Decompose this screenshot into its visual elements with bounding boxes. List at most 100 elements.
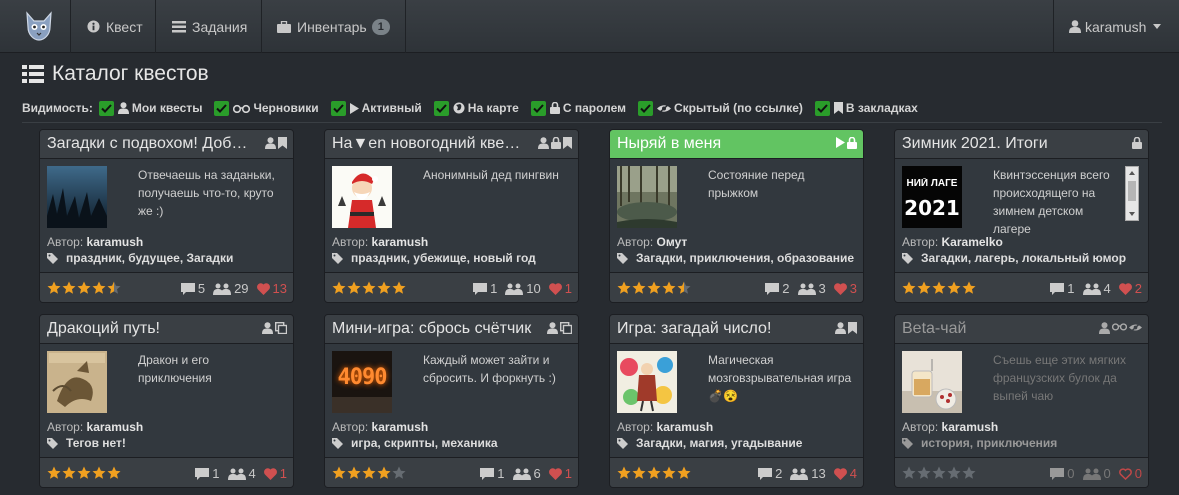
checkbox-active[interactable] [330, 100, 346, 116]
quest-author: Автор: karamush [47, 420, 143, 434]
comment-icon [480, 467, 495, 480]
user-menu[interactable]: karamush [1053, 0, 1179, 53]
nav-quest[interactable]: Квест [70, 0, 156, 53]
thumb-caption-year: 2021 [904, 196, 960, 220]
users-icon [1082, 468, 1101, 480]
quest-card[interactable]: Загадки с подвохом! Доб… Отвечаешь на за… [39, 129, 294, 303]
nav-inventory[interactable]: Инвентарь 1 [262, 0, 406, 53]
rating-stars [332, 466, 407, 480]
users-icon [1082, 283, 1101, 295]
page-title: Каталог квестов [22, 62, 209, 86]
rating-stars [617, 281, 692, 295]
star-icon [917, 281, 931, 294]
author-name[interactable]: Karamelko [942, 235, 1003, 249]
star-icon [362, 466, 376, 479]
comments-count: 1 [497, 466, 505, 481]
checkbox-drafts[interactable] [214, 100, 230, 116]
author-name[interactable]: karamush [657, 420, 714, 434]
quest-card[interactable]: Игра: загадай число! Магическая мозговзр… [609, 314, 864, 488]
quest-card[interactable]: Дракоций путь! Дракон и его приключения … [39, 314, 294, 488]
eye-slash-icon [657, 102, 671, 114]
quest-card[interactable]: Beta-чай Съешь еще этих мягких французск… [894, 314, 1149, 488]
quest-title[interactable]: Дракоций путь! [47, 320, 252, 338]
tags-text: праздник, убежище, новый год [351, 251, 536, 265]
likes-count: 1 [564, 281, 572, 296]
author-name[interactable]: karamush [372, 420, 429, 434]
star-icon [662, 466, 676, 479]
quest-card[interactable]: Зимник 2021. Итоги НИЙ ЛАГЕ 2021 Квинтэс… [894, 129, 1149, 303]
author-name[interactable]: karamush [942, 420, 999, 434]
rating-stars [47, 466, 122, 480]
tags-text: история, приключения [921, 436, 1058, 450]
tags-text: Загадки, лагерь, локальный юмор [921, 251, 1127, 265]
description-scrollbar[interactable] [1125, 166, 1139, 221]
card-header: Beta-чай [895, 315, 1148, 344]
nav-quest-label: Квест [106, 18, 143, 35]
author-label: Автор: [47, 235, 84, 249]
author-name[interactable]: karamush [372, 235, 429, 249]
star-icon [77, 281, 91, 294]
comments-stat: 1 [1050, 281, 1075, 296]
card-header: На▼en новогодний кве… [325, 130, 578, 159]
author-label: Автор: [332, 420, 369, 434]
quest-title[interactable]: Загадки с подвохом! Доб… [47, 135, 252, 153]
user-icon [547, 322, 558, 334]
checkbox-password[interactable] [530, 100, 546, 116]
comments-stat: 2 [765, 281, 790, 296]
site-logo[interactable] [22, 9, 56, 43]
author-name[interactable]: Омут [657, 235, 688, 249]
quest-title[interactable]: Игра: загадай число! [617, 320, 822, 338]
quest-description: Дракон и его приключения [138, 353, 212, 385]
likes-stat[interactable]: 1 [548, 466, 572, 481]
scroll-down-icon[interactable] [1126, 210, 1138, 218]
star-icon [947, 466, 961, 479]
likes-stat[interactable]: 2 [1118, 281, 1142, 296]
lock-icon [847, 137, 857, 149]
players-count: 29 [234, 281, 249, 296]
players-stat: 29 [213, 281, 249, 296]
likes-stat[interactable]: 1 [263, 466, 287, 481]
quest-card[interactable]: Ныряй в меня Состояние перед прыжком Авт… [609, 129, 864, 303]
quest-card[interactable]: Мини-игра: сбрось счётчик 4090 Каждый мо… [324, 314, 579, 488]
likes-stat[interactable]: 1 [548, 281, 572, 296]
quest-title[interactable]: Ныряй в меня [617, 135, 822, 153]
quest-title[interactable]: На▼en новогодний кве… [332, 135, 537, 153]
quest-title[interactable]: Мини-игра: сбрось счётчик [332, 320, 537, 338]
nav-tasks[interactable]: Задания [156, 0, 262, 53]
checkbox-bookmarks[interactable] [814, 100, 830, 116]
star-icon [77, 466, 91, 479]
star-icon [377, 466, 391, 479]
list-icon [22, 65, 44, 83]
star-icon [392, 466, 406, 479]
card-header: Дракоций путь! [40, 315, 293, 344]
comment-icon [758, 467, 773, 480]
card-footer: 1 10 1 [325, 272, 578, 302]
copy-icon [275, 322, 287, 334]
card-footer: 1 4 1 [40, 457, 293, 487]
quest-title[interactable]: Beta-чай [902, 320, 1107, 338]
author-name[interactable]: karamush [87, 420, 144, 434]
comments-count: 1 [1067, 281, 1075, 296]
quest-title[interactable]: Зимник 2021. Итоги [902, 135, 1107, 153]
scrollbar-thumb[interactable] [1128, 181, 1136, 201]
scroll-up-icon[interactable] [1126, 169, 1138, 177]
players-stat: 10 [505, 281, 541, 296]
tags-icon [332, 437, 343, 449]
caret-down-icon [1153, 24, 1162, 29]
likes-stat[interactable]: 4 [833, 466, 857, 481]
checkbox-my-quests[interactable] [98, 100, 114, 116]
star-icon [62, 466, 76, 479]
checkbox-on-map[interactable] [433, 100, 449, 116]
lock-icon [551, 137, 561, 149]
checkbox-hidden[interactable] [638, 100, 653, 116]
likes-stat[interactable]: 0 [1118, 466, 1142, 481]
author-label: Автор: [617, 420, 654, 434]
author-name[interactable]: karamush [87, 235, 144, 249]
star-icon [392, 281, 406, 294]
likes-stat[interactable]: 3 [833, 281, 857, 296]
quest-description: Отвечаешь на заданьки, получаешь что-то,… [138, 168, 275, 218]
likes-stat[interactable]: 13 [256, 281, 287, 296]
quest-card[interactable]: На▼en новогодний кве… Анонимный дед пинг… [324, 129, 579, 303]
users-icon [797, 283, 816, 295]
user-icon [835, 322, 846, 334]
